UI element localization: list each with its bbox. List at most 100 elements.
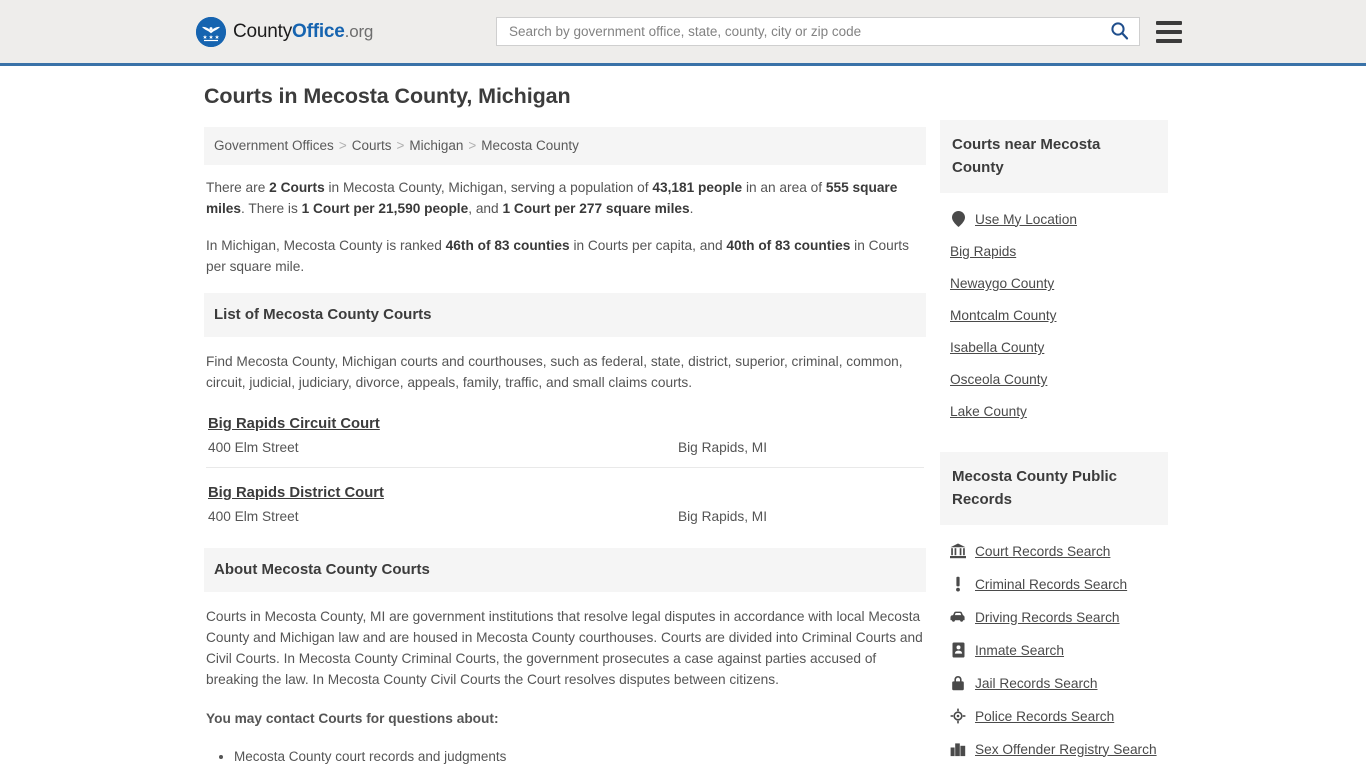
intro-text: There are 2 Courts in Mecosta County, Mi…: [204, 165, 926, 277]
intro-paragraph-2: In Michigan, Mecosta County is ranked 46…: [206, 235, 924, 277]
emphasis-text: 1 Court per 277 square miles: [502, 201, 690, 216]
id-badge-icon: [950, 642, 966, 658]
plain-text: In Michigan, Mecosta County is ranked: [206, 238, 446, 253]
court-meta: 400 Elm Street Big Rapids, MI: [208, 440, 922, 455]
logo-text-county: County: [233, 20, 293, 42]
search-icon: [1110, 21, 1129, 43]
sidebar-link-osceola-county[interactable]: Osceola County: [950, 366, 1168, 393]
about-contact-lead: You may contact Courts for questions abo…: [206, 711, 499, 726]
about-bullet-item: Mecosta County court records and judgmen…: [234, 747, 924, 767]
public-records-panel-heading: Mecosta County Public Records: [940, 452, 1168, 525]
sidebar-link-label: Driving Records Search: [975, 609, 1120, 625]
court-name-link[interactable]: Big Rapids District Court: [208, 485, 384, 501]
list-section-body: Find Mecosta County, Michigan courts and…: [204, 337, 926, 536]
nearby-links: Use My Location Big Rapids Newaygo County M…: [940, 193, 1168, 436]
hamburger-menu-icon[interactable]: [1156, 20, 1182, 43]
about-paragraph: Courts in Mecosta County, MI are governm…: [206, 609, 923, 687]
court-city: Big Rapids, MI: [678, 509, 768, 524]
list-section-description: Find Mecosta County, Michigan courts and…: [206, 354, 903, 390]
emphasis-text: 46th of 83 counties: [445, 238, 570, 253]
breadcrumb-separator: >: [338, 138, 347, 153]
emphasis-text: 1 Court per 21,590 people: [301, 201, 469, 216]
court-list-item: Big Rapids Circuit Court 400 Elm Street Bi…: [206, 411, 924, 468]
search-input[interactable]: [507, 18, 1108, 45]
sidebar-link-label: Jail Records Search: [975, 675, 1098, 691]
map-pin-icon: [950, 211, 966, 227]
breadcrumb-items: Government Offices > Courts > Michigan > Mecos…: [214, 138, 579, 153]
breadcrumb-link[interactable]: Michigan: [409, 138, 463, 153]
sidebar-link-label: Police Records Search: [975, 708, 1115, 724]
breadcrumb-link[interactable]: Mecosta County: [481, 138, 579, 153]
sidebar-link-label: Use My Location: [975, 211, 1077, 227]
nearby-panel-heading: Courts near Mecosta County: [940, 120, 1168, 193]
hamburger-bar: [1156, 29, 1182, 34]
about-section-heading: About Mecosta County Courts: [204, 548, 926, 592]
logo-text-office: Office: [292, 20, 345, 42]
sidebar-link-label: Court Records Search: [975, 543, 1111, 559]
plain-text: There are: [206, 180, 270, 195]
search-box[interactable]: [496, 17, 1140, 46]
sidebar-link-inmate-search[interactable]: Inmate Search: [950, 636, 1168, 664]
plain-text: .: [689, 201, 694, 216]
breadcrumb-separator: >: [468, 138, 477, 153]
sidebar-link-use-my-location[interactable]: Use My Location: [950, 205, 1168, 233]
sidebar: Courts near Mecosta County Use My Locati…: [940, 120, 1168, 768]
sidebar-link-lake-county[interactable]: Lake County: [950, 398, 1168, 425]
eagle-seal-icon: [196, 16, 226, 47]
page-title: Courts in Mecosta County, Michigan: [204, 84, 571, 108]
sidebar-link-label: Osceola County: [950, 372, 1048, 387]
sidebar-link-label: Sex Offender Registry Search: [975, 741, 1157, 757]
hamburger-bar: [1156, 38, 1182, 43]
buildings-icon: [950, 741, 966, 757]
court-list: Big Rapids Circuit Court 400 Elm Street Bi…: [206, 411, 924, 536]
search-button[interactable]: [1108, 21, 1131, 43]
logo-text: CountyOffice.org: [233, 21, 373, 43]
exclamation-icon: [950, 576, 966, 592]
sidebar-link-label: Big Rapids: [950, 244, 1017, 259]
emphasis-text: 40th of 83 counties: [726, 238, 851, 253]
breadcrumb: Government Offices > Courts > Michigan > Mecos…: [204, 127, 926, 165]
main-content: Courts in Mecosta County, Michigan Gover…: [204, 84, 926, 768]
police-badge-icon: [950, 708, 966, 724]
sidebar-link-sex-offender-registry-search[interactable]: Sex Offender Registry Search: [950, 735, 1168, 763]
breadcrumb-link[interactable]: Courts: [352, 138, 392, 153]
sidebar-link-criminal-records-search[interactable]: Criminal Records Search: [950, 570, 1168, 598]
emphasis-text: 43,181 people: [652, 180, 743, 195]
breadcrumb-link[interactable]: Government Offices: [214, 138, 334, 153]
sidebar-link-label: Montcalm County: [950, 308, 1057, 323]
list-section-heading: List of Mecosta County Courts: [204, 293, 926, 337]
about-bullet-list: Mecosta County court records and judgmen…: [206, 747, 924, 768]
site-header: CountyOffice.org: [0, 0, 1366, 66]
breadcrumb-separator: >: [396, 138, 405, 153]
padlock-icon: [950, 675, 966, 691]
plain-text: in Mecosta County, Michigan, serving a p…: [324, 180, 653, 195]
sidebar-link-jail-records-search[interactable]: Jail Records Search: [950, 669, 1168, 697]
plain-text: . There is: [241, 201, 302, 216]
sidebar-link-isabella-county[interactable]: Isabella County: [950, 334, 1168, 361]
court-list-item: Big Rapids District Court 400 Elm Street B…: [206, 480, 924, 536]
intro-paragraph-1: There are 2 Courts in Mecosta County, Mi…: [206, 177, 924, 219]
about-section-body: Courts in Mecosta County, MI are governm…: [204, 592, 926, 768]
sidebar-link-label: Lake County: [950, 404, 1027, 419]
car-icon: [950, 609, 966, 625]
hamburger-bar: [1156, 20, 1182, 25]
sidebar-link-police-records-search[interactable]: Police Records Search: [950, 702, 1168, 730]
court-address: 400 Elm Street: [208, 440, 299, 455]
public-records-links: Court Records Search Criminal Records Sea…: [940, 525, 1168, 768]
court-city: Big Rapids, MI: [678, 440, 768, 455]
emphasis-text: 2 Courts: [269, 180, 325, 195]
sidebar-link-label: Isabella County: [950, 340, 1045, 355]
sidebar-link-label: Inmate Search: [975, 642, 1065, 658]
sidebar-link-court-records-search[interactable]: Court Records Search: [950, 537, 1168, 565]
site-logo[interactable]: CountyOffice.org: [196, 16, 373, 47]
sidebar-link-newaygo-county[interactable]: Newaygo County: [950, 270, 1168, 297]
sidebar-link-label: Newaygo County: [950, 276, 1055, 291]
sidebar-link-driving-records-search[interactable]: Driving Records Search: [950, 603, 1168, 631]
court-name-link[interactable]: Big Rapids Circuit Court: [208, 416, 380, 432]
sidebar-link-montcalm-county[interactable]: Montcalm County: [950, 302, 1168, 329]
plain-text: in an area of: [742, 180, 826, 195]
search-area: [496, 17, 1182, 46]
sidebar-link-big-rapids[interactable]: Big Rapids: [950, 238, 1168, 265]
plain-text: in Courts per capita, and: [569, 238, 727, 253]
court-address: 400 Elm Street: [208, 509, 299, 524]
